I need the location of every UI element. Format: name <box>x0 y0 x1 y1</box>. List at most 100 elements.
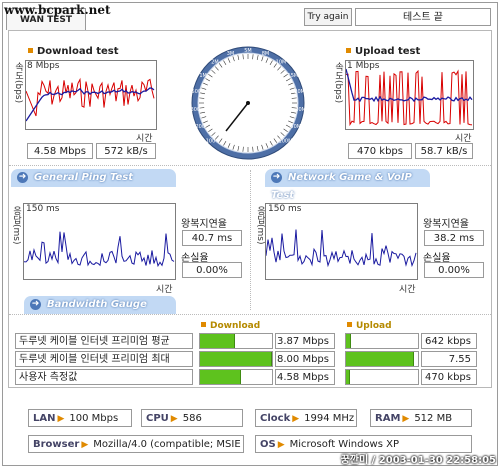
gauge-scale-label: 15M <box>288 73 299 79</box>
gauge-scale-label: 10M <box>276 60 287 66</box>
clock-value: 1994 MHz <box>304 413 355 424</box>
upload-title-text: Upload test <box>355 46 421 57</box>
divider <box>9 165 491 166</box>
download-column-head: Download <box>201 321 260 331</box>
upload-column-head: Upload <box>347 321 392 331</box>
game-response-line <box>266 229 417 268</box>
download-bar-fill <box>200 334 235 348</box>
bandwidth-download-bar <box>199 369 273 385</box>
clock-info: Clock ▶ 1994 MHz <box>255 409 357 427</box>
gauge-scale-label: 500 <box>192 89 202 95</box>
upload-test-title: Upload test <box>346 46 420 57</box>
ping-response-line <box>24 231 175 268</box>
bandwidth-download-bar <box>199 351 273 367</box>
arrow-right-icon: ➜ <box>271 172 282 183</box>
bandwidth-upload-bar <box>345 333 419 349</box>
download-graph-svg <box>26 77 155 122</box>
speed-gauge: 100 200 300 500 1M 2M 3M 5M 8M 10M 15M 20M 30M 50M 100… <box>190 45 306 161</box>
lan-info: LAN ▶ 100 Mbps <box>28 409 132 427</box>
download-column-text: Download <box>210 321 261 331</box>
watermark-text: www.bcpark.net <box>4 3 111 17</box>
network-game-voip-banner[interactable]: ➜ Network Game & VoIP Test <box>265 169 430 201</box>
bandwidth-banner-text: Bandwidth Gauge <box>47 299 147 310</box>
browser-value: Mozilla/4.0 (compatible; MSIE 6.0 <box>93 439 244 450</box>
game-max-label: 150 ms <box>268 204 302 214</box>
bandwidth-row-label: 사용자 측정값 <box>15 369 193 385</box>
ram-value: 512 MB <box>414 413 453 424</box>
download-bps-value: 4.58 Mbps <box>27 143 93 159</box>
ram-label: RAM <box>375 413 401 424</box>
cpu-value: 586 <box>182 413 202 424</box>
gauge-scale-label: 300 <box>191 107 201 113</box>
bandwidth-gauge-banner[interactable]: ➜ Bandwidth Gauge <box>24 296 176 314</box>
upload-bar-fill <box>346 370 350 384</box>
ping-rtt-label: 왕복지연율 <box>181 219 227 230</box>
try-again-button[interactable]: Try again <box>304 8 352 26</box>
download-max-label: 8 Mbps <box>27 61 60 71</box>
game-rtt-label: 왕복지연율 <box>423 219 469 230</box>
bandwidth-download-bar <box>199 333 273 349</box>
browser-label: Browser <box>33 439 80 450</box>
gauge-scale-label: 3M <box>227 51 235 57</box>
download-bar-fill <box>200 370 242 384</box>
status-field: 테스트 끝 <box>355 8 491 26</box>
download-title-text: Download test <box>37 46 119 57</box>
triangle-right-icon: ▶ <box>292 414 300 424</box>
download-bytes-value: 572 kB/s <box>96 143 156 159</box>
game-graph-svg <box>266 229 417 268</box>
bullet-icon <box>346 48 351 53</box>
general-ping-test-banner[interactable]: ➜ General Ping Test <box>11 169 176 187</box>
bandwidth-upload-value: 470 kbps <box>421 369 477 385</box>
bandwidth-row-label: 두루넷 케이블 인터넷 프리미엄 평균 <box>15 333 193 349</box>
arrow-right-icon: ➜ <box>30 299 41 310</box>
gauge-scale-label: 200 <box>195 124 205 130</box>
upload-column-text: Upload <box>356 321 392 331</box>
triangle-right-icon: ▶ <box>81 440 89 450</box>
divider <box>9 314 491 315</box>
bullet-icon <box>347 322 352 327</box>
gauge-scale-label: 50M <box>290 124 301 130</box>
ping-loss-value: 0.00% <box>182 262 242 278</box>
triangle-right-icon: ▶ <box>170 414 178 424</box>
game-rtt-value: 38.2 ms <box>424 230 484 246</box>
lan-label: LAN <box>33 413 56 424</box>
download-test-title: Download test <box>28 46 119 57</box>
game-xlabel: 시간 <box>399 285 416 295</box>
os-value: Microsoft Windows XP <box>289 439 400 450</box>
ping-ylabel: 응답(ms) <box>11 206 21 245</box>
download-bar-fill <box>200 352 272 366</box>
lan-value: 100 Mbps <box>69 413 119 424</box>
gauge-scale-label: 100 <box>206 138 216 144</box>
browser-info: Browser ▶ Mozilla/4.0 (compatible; MSIE 6.… <box>28 435 244 453</box>
gauge-scale-label: 8M <box>262 51 270 57</box>
ping-graph <box>23 203 176 280</box>
footer-caption: 꿍깐미 / 2003-01-30 22:58:05 <box>340 455 496 466</box>
bandwidth-download-value: 4.58 Mbps <box>275 369 335 385</box>
upload-max-label: 1 Mbps <box>347 61 380 71</box>
os-label: OS <box>260 439 276 450</box>
bullet-icon <box>28 48 33 53</box>
game-loss-value: 0.00% <box>424 262 484 278</box>
cpu-info: CPU ▶ 586 <box>141 409 243 427</box>
ping-graph-svg <box>24 231 175 268</box>
ping-max-label: 150 ms <box>26 204 60 214</box>
gauge-scale-label: 20M <box>294 89 305 95</box>
upload-bps-value: 470 kbps <box>348 143 412 159</box>
bandwidth-upload-bar <box>345 369 419 385</box>
bandwidth-upload-value: 642 kbps <box>421 333 477 349</box>
gauge-scale-label: 30M <box>295 107 306 113</box>
ping-xlabel: 시간 <box>156 285 173 295</box>
bullet-icon <box>201 322 206 327</box>
triangle-right-icon: ▶ <box>57 414 65 424</box>
clock-label: Clock <box>260 413 291 424</box>
speed-gauge-svg: 100 200 300 500 1M 2M 3M 5M 8M 10M 15M 20M 30M 50M 100… <box>191 46 306 160</box>
gauge-scale-label: 100M <box>279 138 293 144</box>
cpu-label: CPU <box>146 413 169 424</box>
divider <box>250 170 251 310</box>
bandwidth-upload-value: 7.55 Mbps <box>421 351 477 380</box>
upload-bytes-value: 58.7 kB/s <box>415 143 473 159</box>
upload-bar-fill <box>346 334 352 348</box>
gauge-scale-label: 1M <box>199 73 207 79</box>
upload-graph-svg <box>346 68 473 127</box>
upload-ylabel: 속도(bps) <box>333 62 343 104</box>
